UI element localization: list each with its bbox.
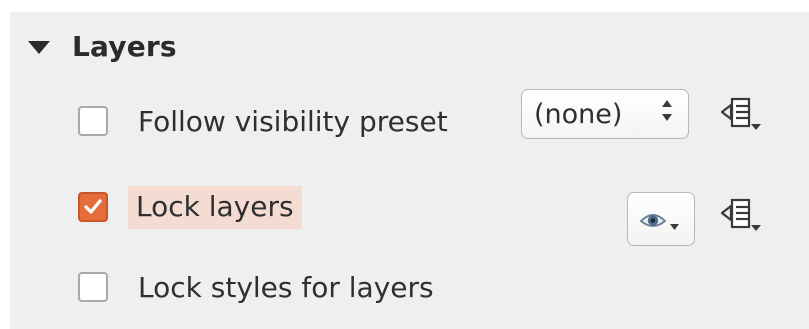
eye-icon — [639, 214, 679, 230]
checkmark-icon — [84, 199, 102, 214]
combo-value: (none) — [534, 98, 623, 130]
visibility-preset-combo[interactable]: (none) — [521, 89, 689, 139]
follow-visibility-preset-label: Follow visibility preset — [138, 104, 448, 138]
lock-styles-row: Lock styles for layers — [78, 262, 434, 312]
lock-layers-row: Lock layers — [78, 182, 302, 232]
lock-styles-label: Lock styles for layers — [138, 270, 434, 304]
lock-layers-checkbox[interactable] — [78, 192, 108, 222]
visibility-eye-button[interactable] — [627, 192, 695, 246]
follow-visibility-preset-row: Follow visibility preset — [78, 96, 448, 146]
layers-section-header[interactable]: Layers — [28, 26, 177, 66]
layer-menu-icon[interactable] — [718, 91, 764, 135]
layer-menu-icon[interactable] — [718, 192, 764, 236]
follow-visibility-preset-checkbox[interactable] — [78, 106, 108, 136]
spinner-arrows-icon — [662, 100, 672, 121]
layers-panel: Layers Follow visibility preset (none) L… — [10, 12, 809, 329]
lock-styles-checkbox[interactable] — [78, 272, 108, 302]
lock-layers-label: Lock layers — [128, 185, 302, 229]
section-title: Layers — [72, 29, 177, 63]
collapse-triangle-icon[interactable] — [28, 41, 50, 54]
